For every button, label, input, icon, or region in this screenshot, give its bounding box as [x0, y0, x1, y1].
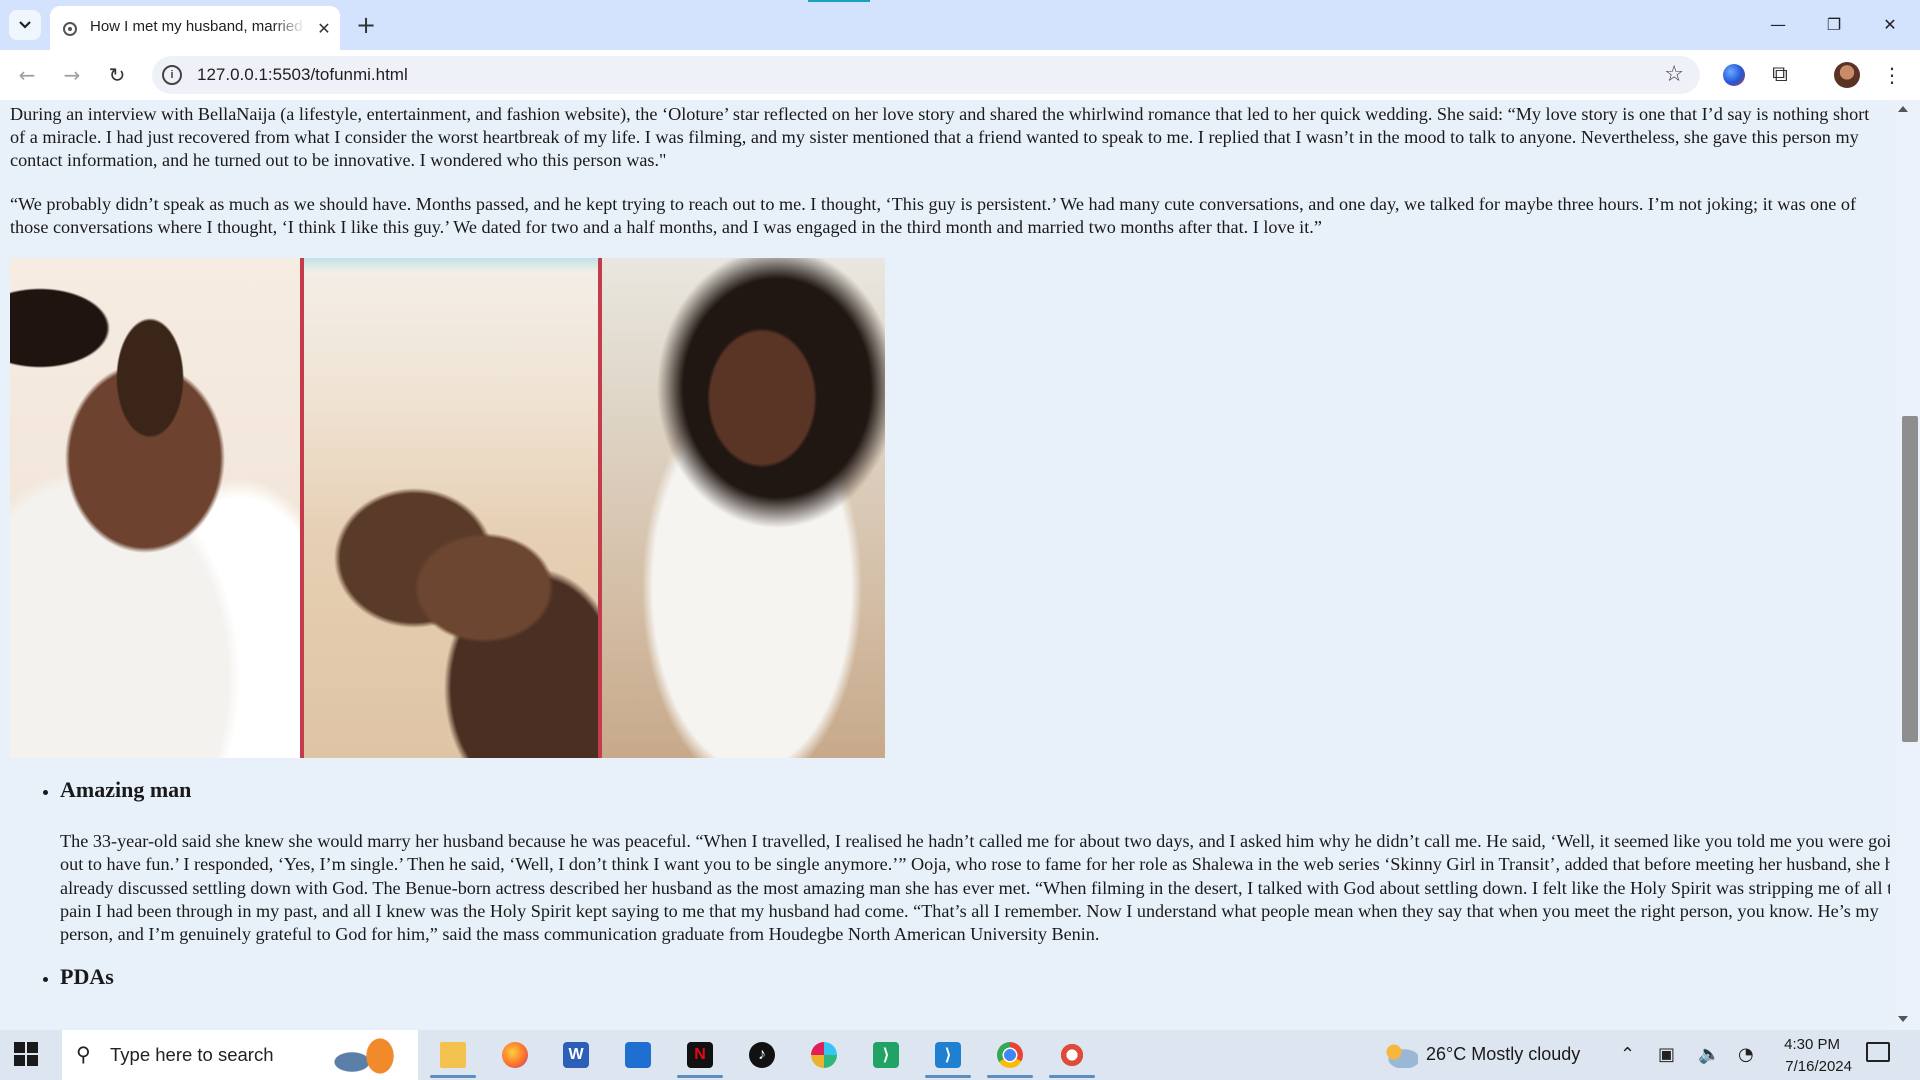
- running-indicator: [925, 1075, 971, 1078]
- section-heading: PDAs: [60, 964, 114, 990]
- scroll-down-icon[interactable]: [1898, 1016, 1908, 1022]
- netflix-icon[interactable]: N: [681, 1036, 719, 1074]
- running-indicator: [430, 1075, 476, 1078]
- address-bar[interactable]: i 127.0.0.1:5503/tofunmi.html ☆: [152, 56, 1700, 94]
- meet-now-icon[interactable]: ▣: [1658, 1044, 1675, 1065]
- extension-icon[interactable]: [1723, 64, 1745, 86]
- tab-title: How I met my husband, married: [90, 18, 303, 35]
- notification-icon[interactable]: [1866, 1042, 1890, 1062]
- arrow-right-icon: →: [63, 63, 81, 87]
- article-paragraph: During an interview with BellaNaija (a l…: [10, 104, 1870, 170]
- minimize-button[interactable]: —: [1750, 0, 1806, 48]
- firefox-icon[interactable]: [496, 1036, 534, 1074]
- word-icon[interactable]: W: [557, 1036, 595, 1074]
- restore-icon: ❐: [1826, 14, 1842, 34]
- globe-icon: [63, 22, 77, 36]
- running-indicator: [1049, 1075, 1095, 1078]
- window-close-button[interactable]: ✕: [1862, 0, 1918, 48]
- windows-taskbar: ⚲ Type here to search W N ♪ ⟩ ⟩ 26°C Mos…: [0, 1030, 1920, 1080]
- star-icon[interactable]: ☆: [1664, 62, 1684, 87]
- section-body: The 33-year-old said she knew she would …: [60, 831, 1890, 945]
- browser-tab-strip: How I met my husband, married ✕ + — ❐ ✕: [0, 0, 1920, 50]
- scroll-thumb[interactable]: [1902, 416, 1918, 742]
- tab-group-accent: [808, 0, 870, 2]
- restore-button[interactable]: ❐: [1806, 0, 1862, 48]
- wifi-icon[interactable]: ◔: [1738, 1044, 1754, 1065]
- section-heading: Amazing man: [60, 777, 192, 802]
- kebab-menu-icon[interactable]: ⋮: [1880, 60, 1904, 90]
- chevron-down-icon: [19, 21, 31, 29]
- reload-icon: ↻: [108, 63, 126, 87]
- tab-search-button[interactable]: [9, 10, 41, 40]
- search-icon: ⚲: [76, 1042, 91, 1066]
- arrow-left-icon: ←: [18, 63, 36, 87]
- tiktok-icon[interactable]: ♪: [743, 1036, 781, 1074]
- photo-panel-portrait: [602, 258, 885, 758]
- plus-icon: +: [355, 11, 377, 39]
- running-indicator: [987, 1075, 1033, 1078]
- url-text[interactable]: 127.0.0.1:5503/tofunmi.html: [197, 65, 408, 85]
- file-explorer-icon[interactable]: [434, 1036, 472, 1074]
- avatar[interactable]: [1834, 62, 1860, 88]
- wedding-photo-collage: [10, 258, 885, 758]
- vscode-icon[interactable]: ⟩: [929, 1036, 967, 1074]
- running-indicator: [677, 1075, 723, 1078]
- close-icon: ✕: [1883, 14, 1897, 34]
- windows-start-icon[interactable]: [14, 1042, 38, 1066]
- forward-button[interactable]: →: [55, 58, 89, 92]
- scroll-up-icon[interactable]: [1898, 106, 1908, 112]
- page-viewport: During an interview with BellaNaija (a l…: [0, 100, 1890, 1030]
- browser-toolbar: ← → ↻ i 127.0.0.1:5503/tofunmi.html ☆ ⧉ …: [0, 50, 1920, 100]
- taskbar-search[interactable]: ⚲ Type here to search: [62, 1030, 418, 1080]
- vertical-scrollbar[interactable]: [1890, 100, 1920, 1030]
- chevron-up-icon[interactable]: ⌃: [1620, 1044, 1635, 1065]
- close-icon: ✕: [317, 18, 331, 38]
- clock-time[interactable]: 4:30 PM: [1780, 1036, 1840, 1053]
- section-list: Amazing man The 33-year-old said she kne…: [10, 775, 1890, 1017]
- browser-tab-active[interactable]: How I met my husband, married ✕: [50, 6, 340, 50]
- photo-panel-embrace: [10, 258, 300, 758]
- reload-button[interactable]: ↻: [100, 58, 134, 92]
- photo-panel-ring: [304, 258, 598, 758]
- visual-studio-icon[interactable]: ⟩: [867, 1036, 905, 1074]
- back-button[interactable]: ←: [10, 58, 44, 92]
- article-paragraph: “We probably didn’t speak as much as we …: [10, 194, 1857, 237]
- store-icon[interactable]: [619, 1036, 657, 1074]
- info-icon[interactable]: i: [162, 65, 182, 85]
- clock-date[interactable]: 7/16/2024: [1760, 1058, 1852, 1075]
- chrome-icon[interactable]: [991, 1036, 1029, 1074]
- list-item: Amazing man The 33-year-old said she kne…: [60, 775, 1890, 946]
- cloudy-weather-icon[interactable]: [1384, 1042, 1418, 1068]
- slack-icon[interactable]: [805, 1036, 843, 1074]
- new-tab-button[interactable]: +: [352, 11, 380, 39]
- weather-text[interactable]: 26°C Mostly cloudy: [1426, 1044, 1580, 1065]
- list-item: PDAs: [60, 962, 1890, 992]
- search-highlight-icon: [332, 1036, 402, 1076]
- minimize-icon: —: [1770, 14, 1786, 34]
- search-placeholder: Type here to search: [110, 1044, 274, 1065]
- puzzle-icon[interactable]: ⧉: [1766, 60, 1794, 88]
- volume-icon[interactable]: 🔈: [1698, 1044, 1720, 1065]
- paint-icon[interactable]: [1053, 1036, 1091, 1074]
- tab-close-button[interactable]: ✕: [312, 16, 336, 40]
